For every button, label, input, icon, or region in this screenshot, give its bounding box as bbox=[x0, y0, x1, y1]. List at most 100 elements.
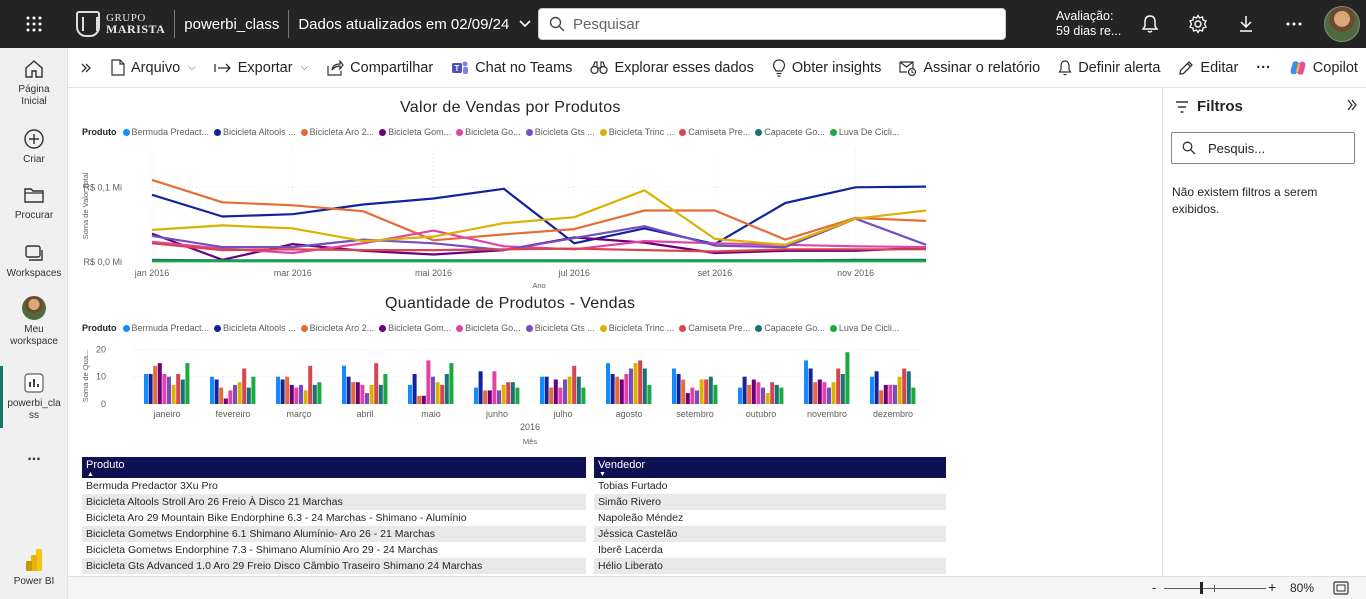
bar[interactable] bbox=[214, 379, 219, 405]
data-updated-dropdown[interactable]: Dados atualizados em 02/09/24 bbox=[298, 16, 531, 33]
bar[interactable] bbox=[162, 374, 167, 404]
bar[interactable] bbox=[157, 363, 162, 404]
bar[interactable] bbox=[185, 363, 190, 404]
bar[interactable] bbox=[369, 384, 374, 404]
bar[interactable] bbox=[906, 371, 911, 404]
bar[interactable] bbox=[638, 360, 643, 404]
more-options-button[interactable]: ··· bbox=[1247, 48, 1280, 88]
subscribe-button[interactable]: Assinar o relatório bbox=[890, 48, 1049, 88]
bar[interactable] bbox=[558, 387, 563, 404]
bar[interactable] bbox=[633, 363, 638, 404]
bar[interactable] bbox=[412, 374, 417, 404]
legend-item[interactable]: Bicicleta Altools ... bbox=[214, 323, 296, 333]
legend-item[interactable]: Bicicleta Aro 2... bbox=[300, 323, 374, 333]
legend-item[interactable]: Bicicleta Altools ... bbox=[214, 127, 296, 137]
filters-search[interactable] bbox=[1171, 132, 1355, 164]
bar[interactable] bbox=[148, 374, 153, 404]
fit-to-page-icon[interactable] bbox=[1333, 581, 1349, 595]
table-row[interactable]: Bicicleta Altools Stroll Aro 26 Freio À … bbox=[82, 494, 586, 510]
global-search[interactable] bbox=[538, 8, 1006, 40]
bar[interactable] bbox=[808, 368, 813, 405]
bar[interactable] bbox=[365, 393, 369, 404]
bar[interactable] bbox=[497, 390, 501, 404]
bar[interactable] bbox=[629, 368, 633, 405]
bar[interactable] bbox=[813, 382, 818, 404]
bar[interactable] bbox=[242, 368, 247, 405]
bar[interactable] bbox=[223, 398, 228, 405]
bar[interactable] bbox=[501, 384, 506, 404]
bar[interactable] bbox=[708, 376, 713, 404]
bar[interactable] bbox=[303, 390, 308, 404]
search-input[interactable] bbox=[573, 15, 973, 33]
bar[interactable] bbox=[176, 374, 181, 404]
bar[interactable] bbox=[624, 374, 629, 404]
seller-table-header[interactable]: Vendedor ▼ bbox=[594, 457, 946, 478]
bar[interactable] bbox=[751, 379, 756, 405]
legend-item[interactable]: Bicicleta Go... bbox=[456, 323, 521, 333]
bar[interactable] bbox=[280, 379, 285, 405]
bar[interactable] bbox=[676, 374, 681, 404]
table-row[interactable]: Bicicleta Gometws Endorphine 6.1 Shimano… bbox=[82, 526, 586, 542]
bar[interactable] bbox=[845, 352, 850, 404]
bar[interactable] bbox=[893, 384, 897, 404]
bar[interactable] bbox=[276, 376, 280, 404]
bar[interactable] bbox=[308, 365, 313, 404]
nav-powerbi[interactable]: Power BI bbox=[0, 548, 68, 588]
bar[interactable] bbox=[619, 379, 624, 405]
bar[interactable] bbox=[563, 379, 567, 405]
nav-home[interactable]: Página Inicial bbox=[0, 58, 68, 108]
bar[interactable] bbox=[144, 374, 148, 404]
legend-item[interactable]: Bicicleta Trinc ... bbox=[599, 323, 674, 333]
bar[interactable] bbox=[690, 387, 695, 404]
bar[interactable] bbox=[831, 382, 836, 404]
bar[interactable] bbox=[840, 374, 845, 404]
series-line-2[interactable] bbox=[151, 178, 927, 242]
bar[interactable] bbox=[444, 374, 449, 404]
share-button[interactable]: Compartilhar bbox=[317, 48, 442, 88]
product-table-header[interactable]: Produto ▲ bbox=[82, 457, 586, 478]
export-menu-button[interactable]: Exportar ⌵ bbox=[205, 48, 317, 88]
bar[interactable] bbox=[822, 382, 827, 404]
legend-item[interactable]: Camiseta Pre... bbox=[679, 323, 750, 333]
explore-data-button[interactable]: Explorar esses dados bbox=[581, 48, 762, 88]
legend-item[interactable]: Bermuda Predact... bbox=[122, 323, 209, 333]
bar[interactable] bbox=[246, 387, 251, 404]
bar[interactable] bbox=[888, 384, 893, 404]
filters-search-input[interactable] bbox=[1208, 140, 1348, 156]
table-row[interactable]: Bicicleta Gometws Endorphine 7.3 - Shima… bbox=[82, 542, 586, 558]
bar[interactable] bbox=[374, 363, 379, 404]
bar[interactable] bbox=[544, 376, 549, 404]
bar[interactable] bbox=[317, 382, 322, 404]
bar[interactable] bbox=[408, 384, 412, 404]
nav-my-workspace[interactable]: Meu workspace bbox=[0, 296, 68, 348]
nav-create[interactable]: Criar bbox=[0, 128, 68, 166]
legend-item[interactable]: Bicicleta Aro 2... bbox=[300, 127, 374, 137]
bar[interactable] bbox=[153, 365, 158, 404]
bar[interactable] bbox=[761, 387, 765, 404]
bar[interactable] bbox=[704, 379, 709, 405]
bar[interactable] bbox=[180, 379, 185, 405]
bar[interactable] bbox=[440, 384, 445, 404]
bar[interactable] bbox=[210, 376, 214, 404]
expand-pane-button[interactable] bbox=[68, 48, 102, 88]
bar[interactable] bbox=[804, 360, 808, 404]
zoom-out-button[interactable]: - bbox=[1152, 580, 1156, 595]
bar[interactable] bbox=[902, 368, 907, 405]
bar[interactable] bbox=[827, 387, 831, 404]
bar[interactable] bbox=[747, 384, 752, 404]
trial-status[interactable]: Avaliação: 59 dias re... bbox=[1056, 9, 1121, 39]
bar[interactable] bbox=[167, 376, 171, 404]
bar[interactable] bbox=[289, 384, 294, 404]
legend-item[interactable]: Bicicleta Gts ... bbox=[525, 127, 595, 137]
table-row[interactable]: Hélio Liberato bbox=[594, 558, 946, 574]
bar[interactable] bbox=[738, 387, 742, 404]
gear-icon[interactable] bbox=[1186, 12, 1210, 36]
bar[interactable] bbox=[478, 371, 483, 404]
bar[interactable] bbox=[351, 382, 356, 404]
table-row[interactable]: Iberê Lacerda bbox=[594, 542, 946, 558]
bar[interactable] bbox=[553, 379, 558, 405]
bar[interactable] bbox=[581, 387, 586, 404]
zoom-slider-thumb[interactable] bbox=[1200, 582, 1203, 594]
app-name[interactable]: powerbi_class bbox=[184, 16, 279, 33]
legend-item[interactable]: Camiseta Pre... bbox=[679, 127, 750, 137]
